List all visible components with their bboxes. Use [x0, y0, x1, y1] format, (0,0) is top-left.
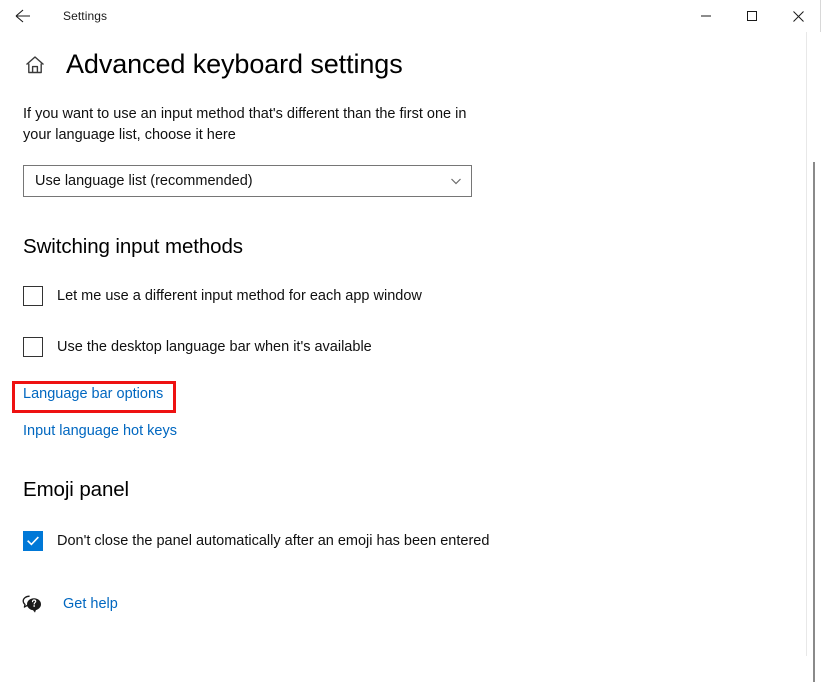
checkbox-row-desktop-language-bar[interactable]: Use the desktop language bar when it's a… [0, 336, 821, 357]
window-controls [683, 0, 821, 32]
vertical-scrollbar[interactable] [806, 32, 821, 682]
combobox-selected-value: Use language list (recommended) [35, 172, 253, 189]
get-help-row[interactable]: Get help [0, 593, 821, 615]
chevron-down-icon [449, 174, 463, 188]
title-bar: Settings [0, 0, 821, 32]
page-description: If you want to use an input method that'… [23, 105, 467, 143]
checkbox-app-window[interactable] [23, 285, 43, 306]
link-input-language-hot-keys[interactable]: Input language hot keys [23, 423, 177, 439]
page-header: Advanced keyboard settings [0, 49, 821, 80]
home-icon[interactable] [23, 53, 47, 77]
checkbox-app-window-label: Let me use a different input method for … [57, 287, 422, 304]
checkbox-dont-close-panel[interactable] [23, 530, 43, 551]
scrollbar-thumb[interactable] [813, 162, 815, 682]
link-row-language-bar-options: Language bar options [0, 385, 821, 403]
override-input-method-group: Use language list (recommended) [0, 164, 821, 197]
settings-content: Advanced keyboard settings If you want t… [0, 49, 821, 615]
back-button[interactable] [0, 0, 46, 32]
link-get-help[interactable]: Get help [63, 596, 118, 612]
section-heading-switching: Switching input methods [23, 234, 243, 258]
checkbox-desktop-language-bar[interactable] [23, 336, 43, 357]
minimize-icon [700, 10, 712, 22]
page-title: Advanced keyboard settings [66, 49, 403, 79]
close-button[interactable] [775, 0, 821, 32]
checkbox-row-app-window[interactable]: Let me use a different input method for … [0, 285, 821, 306]
section-heading-emoji-panel: Emoji panel [23, 477, 130, 501]
checkbox-dont-close-panel-label: Don't close the panel automatically afte… [57, 532, 490, 549]
checkbox-row-dont-close-panel[interactable]: Don't close the panel automatically afte… [0, 530, 821, 551]
app-title: Settings [63, 9, 108, 23]
minimize-button[interactable] [683, 0, 729, 32]
back-arrow-icon [13, 6, 33, 26]
maximize-icon [746, 10, 758, 22]
link-language-bar-options[interactable]: Language bar options [23, 386, 163, 402]
close-icon [792, 10, 805, 23]
link-row-input-language-hot-keys: Input language hot keys [0, 422, 821, 440]
help-speech-bubble-icon [21, 593, 43, 615]
maximize-button[interactable] [729, 0, 775, 32]
override-input-method-combobox[interactable]: Use language list (recommended) [23, 164, 472, 197]
checkbox-desktop-language-bar-label: Use the desktop language bar when it's a… [57, 338, 372, 355]
